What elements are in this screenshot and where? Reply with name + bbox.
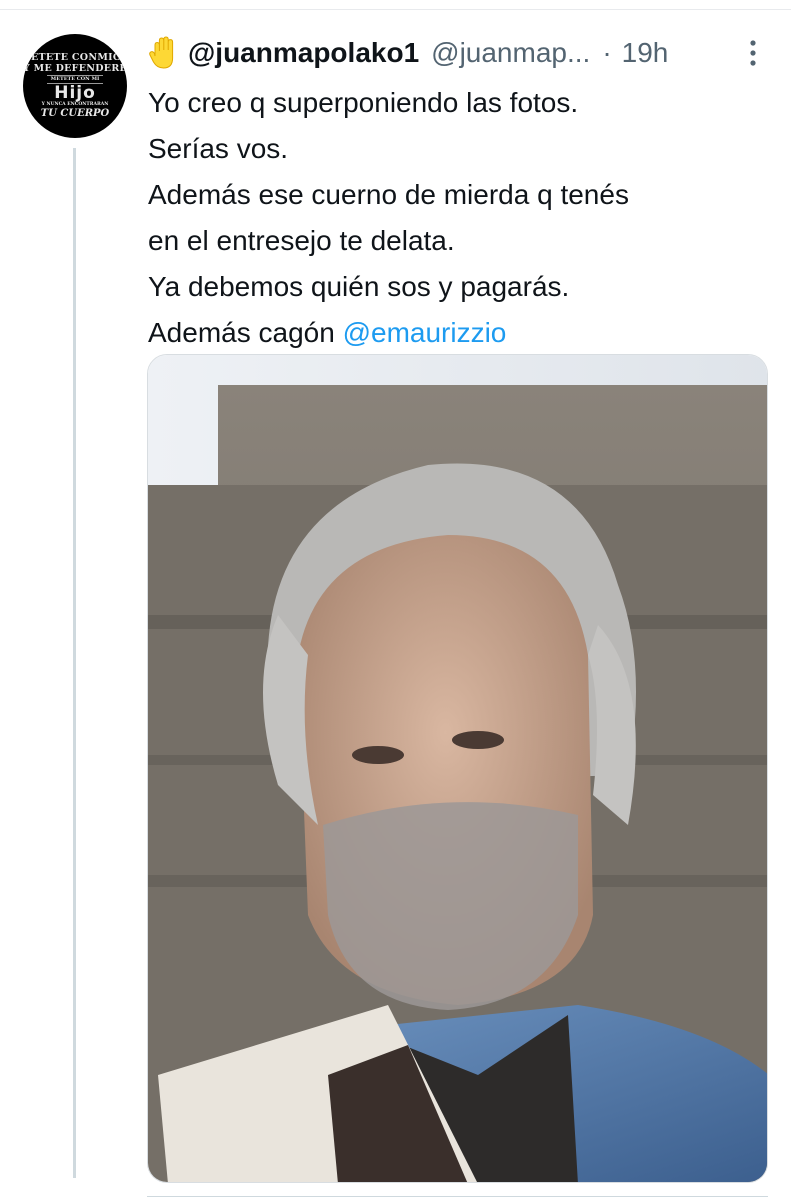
more-options-icon[interactable] bbox=[744, 38, 762, 68]
avatar-text-line: Y ME DEFENDERE bbox=[23, 62, 127, 74]
tweet-text: Yo creo q superponiendo las fotos. Sería… bbox=[148, 80, 778, 356]
tweet-text-line: Yo creo q superponiendo las fotos. bbox=[148, 87, 579, 118]
tweet-text-line: Además ese cuerno de mierda q tenés bbox=[148, 179, 629, 210]
thread-line bbox=[73, 148, 76, 1178]
tweet-text-line: Serías vos. bbox=[148, 133, 289, 164]
avatar-text-line: TU CUERPO bbox=[40, 107, 110, 119]
top-divider bbox=[0, 9, 791, 10]
tweet-photo[interactable] bbox=[147, 354, 768, 1183]
avatar-text-line: METETE CONMIGO bbox=[23, 52, 127, 64]
tweet-text-line: Ya debemos quién sos y pagarás. bbox=[148, 271, 570, 302]
mention-link[interactable]: @emaurizzio bbox=[343, 317, 507, 348]
tweet-text-prefix: Además cagón bbox=[148, 317, 335, 348]
tweet-text-line: en el entresejo te delata. bbox=[148, 225, 455, 256]
avatar-text-line: Hijo bbox=[54, 83, 96, 104]
avatar[interactable]: METETE CONMIGO Y ME DEFENDERE METETE CON… bbox=[23, 34, 127, 138]
separator-dot: · bbox=[602, 37, 612, 68]
tweet-text-line-last: Además cagón @emaurizzio bbox=[148, 310, 778, 356]
display-name[interactable]: @juanmapolako1 bbox=[188, 37, 419, 69]
tweet-header: @juanmapolako1 @juanmap... · 19h bbox=[148, 33, 668, 73]
next-card-edge bbox=[147, 1196, 768, 1201]
timestamp[interactable]: 19h bbox=[622, 37, 669, 69]
raised-hand-icon bbox=[148, 36, 180, 70]
user-handle[interactable]: @juanmap... bbox=[431, 37, 590, 69]
